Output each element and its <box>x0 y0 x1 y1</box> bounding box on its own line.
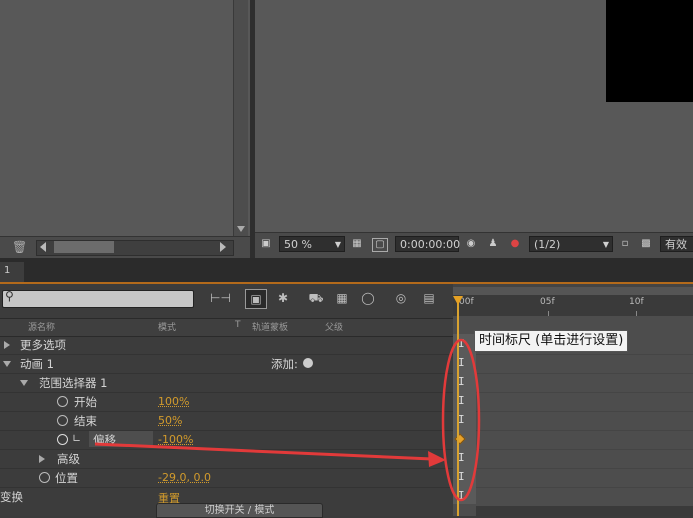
current-time-display[interactable]: 0:00:00:00 <box>395 236 461 252</box>
mask-visibility-icon[interactable]: ▢ <box>372 238 388 252</box>
ruler-label: 10f <box>629 297 644 307</box>
brainstorm-icon[interactable]: ◎ <box>391 289 411 307</box>
offset-label: 偏移 <box>93 433 116 447</box>
layer-row-animator[interactable]: 动画 1 添加: <box>0 354 453 374</box>
layer-row-range-selector[interactable]: 范围选择器 1 <box>0 373 453 393</box>
live-update-icon[interactable]: ▣ <box>245 289 267 309</box>
zoom-select[interactable]: 50 % ▼ <box>279 236 345 252</box>
composition-mini-flowchart-icon[interactable]: ⊢⊣ <box>210 289 231 307</box>
expand-triangle-icon[interactable] <box>4 341 10 349</box>
ruler-label: 05f <box>540 297 555 307</box>
end-value[interactable]: 50% <box>158 414 182 427</box>
playhead-handle[interactable] <box>453 296 463 305</box>
tab-label: 1 <box>4 265 11 276</box>
hide-shy-layers-icon[interactable]: ⛟ <box>306 289 326 307</box>
column-source-name[interactable]: 源名称 <box>28 320 55 333</box>
position-label: 位置 <box>55 471 78 485</box>
column-t[interactable]: T <box>235 320 241 330</box>
scrollbar-thumb[interactable] <box>54 241 114 253</box>
collapse-triangle-icon[interactable] <box>20 380 28 386</box>
offset-value[interactable]: -100% <box>158 433 193 446</box>
timeline-tab-bar <box>0 258 693 285</box>
start-label: 开始 <box>74 395 97 409</box>
track-separator <box>476 411 693 412</box>
safe-zones-icon[interactable]: ▦ <box>350 238 364 250</box>
layer-row-more-options[interactable]: 更多选项 <box>0 335 453 355</box>
track-separator <box>476 392 693 393</box>
advanced-label: 高级 <box>57 452 80 466</box>
collapse-triangle-icon[interactable] <box>3 361 11 367</box>
graph-editor-icon[interactable]: ▤ <box>419 289 439 307</box>
add-menu-icon[interactable] <box>303 358 313 368</box>
stopwatch-icon[interactable] <box>39 472 50 483</box>
project-vertical-scrollbar[interactable] <box>233 0 248 236</box>
range-selector-label: 范围选择器 1 <box>39 376 108 390</box>
zoom-value: 50 % <box>284 238 312 251</box>
project-panel <box>0 0 250 258</box>
scroll-down-icon[interactable] <box>237 226 245 232</box>
more-options-label: 更多选项 <box>20 338 66 352</box>
property-row-end[interactable]: 结束 50% <box>0 411 453 431</box>
time-ruler-tooltip: 时间标尺 (单击进行设置) <box>474 330 629 352</box>
always-preview-icon[interactable]: ▣ <box>259 238 273 250</box>
draft-3d-icon[interactable]: ✱ <box>273 289 293 307</box>
property-row-position[interactable]: 位置 -29.0, 0.0 <box>0 468 453 488</box>
animator-label: 动画 1 <box>20 357 54 371</box>
property-row-start[interactable]: 开始 100% <box>0 392 453 412</box>
column-parent[interactable]: 父级 <box>325 320 343 333</box>
track-separator <box>476 430 693 431</box>
resolution-value: (1/2) <box>534 238 561 251</box>
camera-snapshot-icon[interactable]: ◉ <box>464 238 478 250</box>
add-label: 添加: <box>271 357 298 371</box>
column-mode[interactable]: 模式 <box>158 320 176 333</box>
track-separator <box>476 354 693 355</box>
region-of-interest-icon[interactable]: ▫ <box>618 238 632 250</box>
active-camera-select[interactable]: 有效 <box>660 236 693 252</box>
current-time-indicator[interactable] <box>457 300 459 516</box>
transform-label: 变换 <box>0 490 23 504</box>
position-value[interactable]: -29.0, 0.0 <box>158 471 211 484</box>
transparency-grid-icon[interactable]: ▩ <box>639 238 653 250</box>
start-value[interactable]: 100% <box>158 395 189 408</box>
color-channels-icon[interactable]: ● <box>508 238 522 250</box>
graph-curve-icon[interactable]: ∟ <box>72 432 81 445</box>
stopwatch-icon[interactable] <box>57 415 68 426</box>
search-icon: ⚲ <box>5 289 14 303</box>
track-separator <box>476 487 693 488</box>
end-label: 结束 <box>74 414 97 428</box>
resolution-select[interactable]: (1/2) ▼ <box>529 236 613 252</box>
tab-composition[interactable]: 1 × <box>0 262 24 294</box>
trash-icon[interactable]: 🗑 <box>12 240 27 254</box>
stopwatch-active-icon[interactable] <box>57 434 68 445</box>
motion-blur-icon[interactable]: ◯ <box>358 289 378 307</box>
scroll-left-icon[interactable] <box>40 242 46 252</box>
view-value: 有效 <box>665 238 687 251</box>
layer-row-advanced[interactable]: 高级 <box>0 449 453 469</box>
track-separator <box>476 449 693 450</box>
chevron-down-icon: ▼ <box>602 240 609 249</box>
scroll-right-icon[interactable] <box>220 242 226 252</box>
column-track-matte[interactable]: 轨道蒙板 <box>252 320 288 333</box>
search-input[interactable] <box>2 290 194 308</box>
property-row-offset[interactable]: ∟ 偏移 -100% <box>0 430 453 450</box>
timecode-value: 0:00:00:00 <box>400 238 461 251</box>
track-separator <box>476 373 693 374</box>
time-ruler[interactable] <box>453 295 693 316</box>
timeline-zoom-bar[interactable] <box>476 506 693 516</box>
show-snapshot-icon[interactable]: ♟ <box>486 238 500 250</box>
track-separator <box>476 468 693 469</box>
composition-canvas[interactable] <box>606 0 693 102</box>
frame-blending-icon[interactable]: ▦ <box>332 289 352 307</box>
stopwatch-icon[interactable] <box>57 396 68 407</box>
expand-triangle-icon[interactable] <box>39 455 45 463</box>
chevron-down-icon: ▼ <box>334 240 341 249</box>
